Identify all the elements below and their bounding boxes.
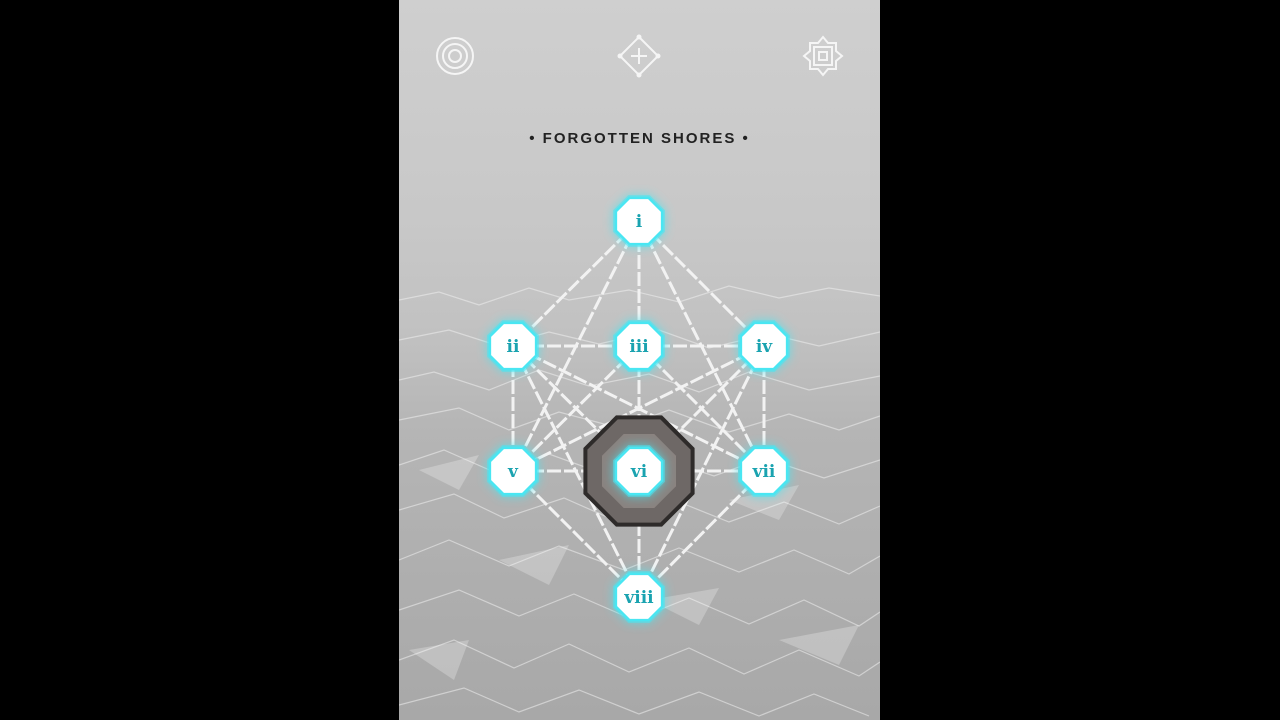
node-label: v xyxy=(507,462,519,482)
node-v[interactable]: v xyxy=(487,445,539,497)
node-label: vii xyxy=(752,462,776,482)
node-graph: iii iii ivv vi viiviii xyxy=(487,195,790,623)
game-screen: • FORGOTTEN SHORES • i ii iii iv v vi vii viii xyxy=(399,0,880,720)
node-label: i xyxy=(636,212,643,232)
graph-edges xyxy=(511,219,766,599)
node-label: ii xyxy=(507,337,520,357)
node-label: viii xyxy=(623,588,654,608)
node-vi[interactable]: vi xyxy=(613,445,665,497)
node-label: iii xyxy=(629,337,649,357)
letterbox-background: • FORGOTTEN SHORES • i ii iii iv v vi vii viii xyxy=(0,0,1280,720)
node-label: iv xyxy=(756,337,773,357)
edge-i-iv xyxy=(637,219,766,348)
node-i[interactable]: i xyxy=(613,195,665,247)
node-iv[interactable]: iv xyxy=(738,320,790,372)
node-vii[interactable]: vii xyxy=(738,445,790,497)
node-iii[interactable]: iii xyxy=(613,320,665,372)
node-ii[interactable]: ii xyxy=(487,320,539,372)
node-viii[interactable]: viii xyxy=(613,571,665,623)
edge-i-ii xyxy=(511,219,641,348)
node-label: vi xyxy=(630,462,648,482)
